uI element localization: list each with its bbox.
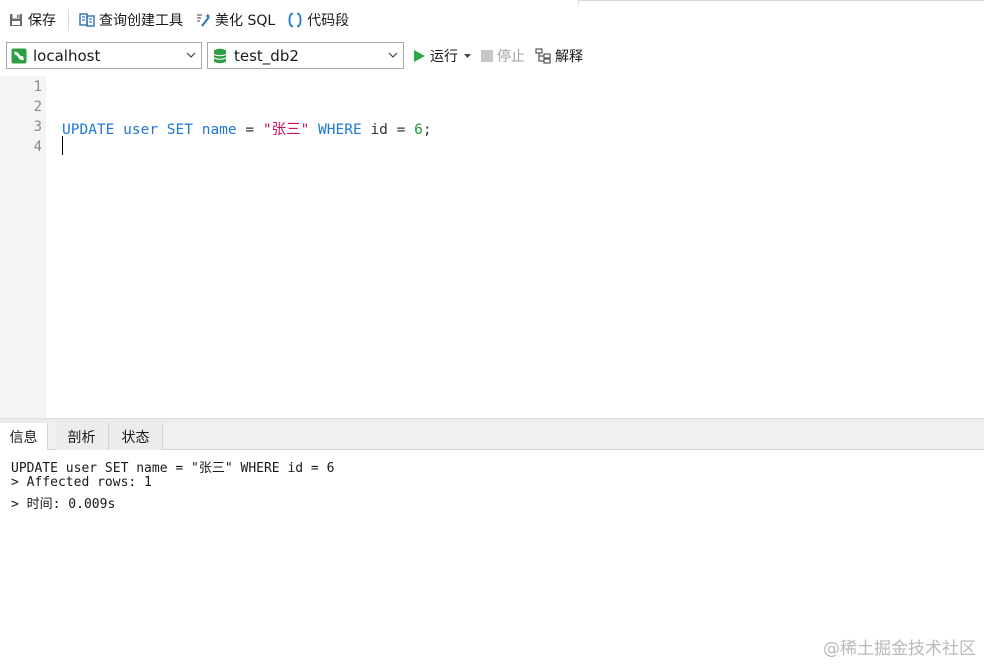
tab-info[interactable]: 信息 [0, 423, 48, 451]
sql-table: user [123, 122, 159, 138]
stop-button[interactable]: 停止 [481, 46, 525, 66]
connection-select[interactable]: localhost [6, 42, 202, 69]
beautify-wand-icon [195, 12, 211, 28]
beautify-sql-button[interactable]: 美化 SQL [193, 8, 277, 32]
explain-icon [535, 48, 551, 64]
explain-label: 解释 [555, 49, 583, 65]
caret-down-icon[interactable] [464, 53, 471, 59]
tab-status[interactable]: 状态 [109, 423, 163, 450]
query-builder-label: 查询创建工具 [99, 13, 183, 29]
beautify-sql-label: 美化 SQL [215, 13, 276, 29]
code-snippet-button[interactable]: 代码段 [285, 8, 351, 32]
database-select[interactable]: test_db2 [207, 42, 404, 69]
sql-keyword: SET [166, 122, 193, 138]
sql-column: name [201, 122, 237, 138]
toolbar-separator [68, 9, 69, 31]
connection-value: localhost [33, 46, 101, 65]
watermark: @稀土掘金技术社区 [823, 639, 976, 659]
sql-number: 6 [414, 122, 423, 138]
main-toolbar: 保存 查询创建工具 美化 SQL 代码段 [0, 0, 984, 40]
code-snippet-label: 代码段 [307, 13, 350, 29]
stop-label: 停止 [497, 49, 525, 65]
panel-border-tick [578, 0, 579, 5]
message-line: UPDATE user SET name = "张三" WHERE id = 6 [11, 461, 335, 476]
sql-editor[interactable]: 1 2 3 4 UPDATE user SET name = "张三" WHER… [0, 76, 984, 418]
result-tab-bar: 信息 剖析 状态 [0, 423, 984, 451]
sql-semicolon: ; [422, 122, 432, 138]
database-value: test_db2 [234, 46, 299, 65]
code-line-3: UPDATE user SET name = "张三" WHERE id = 6… [62, 118, 432, 139]
line-number: 3 [33, 119, 42, 135]
play-icon [412, 49, 426, 63]
run-button[interactable]: 运行 [412, 46, 471, 66]
panel-border [578, 0, 984, 1]
query-builder-button[interactable]: 查询创建工具 [77, 8, 185, 32]
line-number: 4 [33, 139, 42, 155]
text-cursor [62, 136, 63, 155]
connection-toolbar: localhost test_db2 运行 停止 解释 [0, 40, 984, 76]
save-button[interactable]: 保存 [6, 8, 58, 32]
run-label: 运行 [430, 49, 458, 65]
message-line: > 时间: 0.009s [11, 497, 116, 512]
chevron-down-icon [185, 49, 197, 61]
sql-string: "张三" [262, 122, 310, 138]
message-line: > Affected rows: 1 [11, 475, 152, 490]
chevron-down-icon [387, 49, 399, 61]
database-icon [212, 48, 228, 64]
sql-operator: = [245, 122, 255, 138]
sql-keyword: WHERE [318, 122, 362, 138]
line-number: 2 [33, 99, 42, 115]
save-icon [8, 12, 24, 28]
sql-identifier: id [370, 122, 388, 138]
sql-keyword: UPDATE [62, 122, 115, 138]
run-controls: 运行 停止 解释 [412, 44, 593, 68]
connection-icon [11, 48, 27, 64]
explain-button[interactable]: 解释 [535, 46, 583, 66]
line-number: 1 [33, 79, 42, 95]
save-label: 保存 [28, 13, 56, 29]
snippet-braces-icon [287, 12, 303, 28]
tab-profile[interactable]: 剖析 [55, 423, 109, 450]
stop-icon [481, 50, 493, 62]
line-number-gutter: 1 2 3 4 [0, 76, 46, 418]
sql-operator: = [396, 122, 406, 138]
query-builder-icon [79, 12, 95, 28]
